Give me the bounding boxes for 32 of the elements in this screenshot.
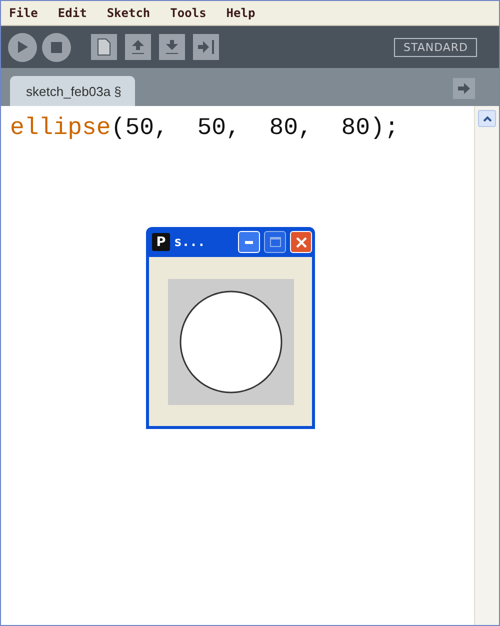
minimize-icon: [245, 240, 253, 244]
close-button[interactable]: [290, 231, 312, 253]
mode-button[interactable]: STANDARD: [394, 38, 477, 56]
menu-item[interactable]: File: [9, 6, 38, 20]
right-arrow-icon: [197, 39, 215, 55]
stop-button[interactable]: [42, 32, 71, 62]
window-title: s...: [174, 234, 206, 250]
document-icon: [97, 38, 111, 56]
up-arrow-icon: [131, 39, 145, 55]
new-button[interactable]: [91, 34, 117, 60]
code-line: ellipse(50, 50, 80, 80);: [10, 114, 400, 144]
sketch-tab[interactable]: sketch_feb03a §: [10, 76, 136, 106]
export-button[interactable]: [193, 34, 219, 60]
tab-menu-button[interactable]: [453, 78, 475, 99]
right-arrow-icon: [458, 83, 470, 94]
caret-icon: [482, 116, 492, 122]
open-button[interactable]: [125, 34, 151, 60]
save-button[interactable]: [159, 34, 185, 60]
play-icon: [16, 40, 28, 54]
menu-item[interactable]: Help: [226, 6, 256, 20]
stop-icon: [51, 42, 62, 52]
menu-item[interactable]: Tools: [170, 6, 206, 20]
close-icon: [296, 236, 306, 248]
maximize-icon: [270, 237, 280, 247]
menu-item[interactable]: Edit: [58, 6, 87, 20]
app-icon: P: [152, 233, 170, 251]
minimize-button[interactable]: [238, 231, 260, 253]
scroll-up-button[interactable]: [478, 110, 496, 127]
run-button[interactable]: [8, 32, 37, 62]
menu-item[interactable]: Sketch: [106, 6, 150, 20]
down-arrow-icon: [165, 39, 179, 55]
scrollbar[interactable]: [474, 106, 499, 625]
